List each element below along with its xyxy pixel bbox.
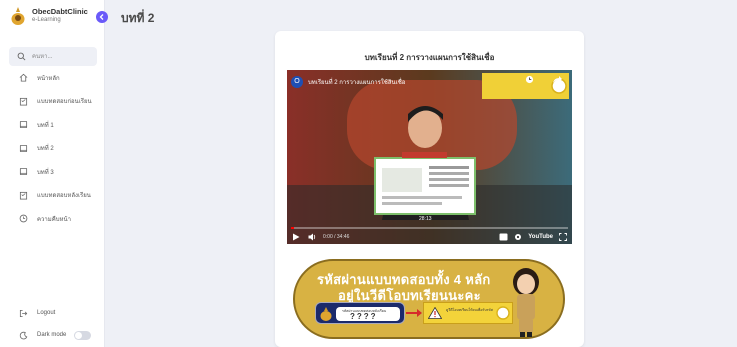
- play-icon[interactable]: [292, 233, 300, 241]
- video-player[interactable]: O บทเรียนที่ 2 การวางแผนการใช้สินเชื่อ 2…: [287, 70, 572, 244]
- sidebar-collapse-button[interactable]: [96, 11, 108, 23]
- sidebar-bottom: Logout Dark mode: [0, 302, 105, 346]
- app-subtitle: e-Learning: [32, 17, 61, 23]
- sidebar-item-lesson-1[interactable]: บทที่ 1: [0, 113, 105, 137]
- sidebar-item-pretest[interactable]: แบบทดสอบก่อนเรียน: [0, 90, 105, 114]
- logout-button[interactable]: Logout: [0, 302, 105, 324]
- sidebar-nav: หน้าหลัก แบบทดสอบก่อนเรียน บทที่ 1 บทที่…: [0, 66, 105, 231]
- dark-mode-row: Dark mode: [0, 324, 105, 346]
- toggle-knob: [75, 331, 83, 339]
- home-icon: [19, 74, 28, 82]
- search-icon: [17, 52, 26, 61]
- clock-icon: [19, 214, 28, 223]
- video-title[interactable]: บทเรียนที่ 2 การวางแผนการใช้สินเชื่อ: [308, 77, 405, 87]
- clipboard-icon: [19, 97, 28, 106]
- brand[interactable]: ObecDabtClinic e-Learning: [10, 6, 88, 26]
- dark-mode-toggle[interactable]: [74, 330, 92, 340]
- logo-icon: [320, 307, 332, 321]
- teacher-illustration: [513, 268, 539, 337]
- watch-later-icon[interactable]: [525, 75, 534, 84]
- warning-box: ดูวีดีโอบทเรียนให้จบเพื่อรับรหัส: [423, 302, 513, 324]
- password-banner: รหัสผ่านแบบทดสอบทั้ง 4 หลัก อยู่ในวีดีโอ…: [293, 254, 570, 339]
- sidebar-item-label: บทที่ 3: [37, 169, 54, 176]
- video-title-row: O บทเรียนที่ 2 การวางแผนการใช้สินเชื่อ: [291, 76, 405, 88]
- password-box: รหัสผ่านแบบทดสอบหลังเรียน ????: [315, 302, 405, 324]
- fullscreen-icon[interactable]: [559, 232, 567, 241]
- share-icon[interactable]: [552, 75, 562, 84]
- password-value: ????: [350, 312, 378, 321]
- password-field: รหัสผ่านแบบทดสอบหลังเรียน ????: [336, 307, 400, 321]
- video-overlay-time: 28:13: [419, 216, 432, 222]
- app-name: ObecDabtClinic: [32, 7, 88, 16]
- logout-label: Logout: [37, 310, 56, 316]
- sidebar-item-home[interactable]: หน้าหลัก: [0, 66, 105, 90]
- lesson-card: บทเรียนที่ 2 การวางแผนการใช้สินเชื่อ O บ…: [275, 31, 584, 347]
- sidebar-item-label: บทที่ 1: [37, 122, 54, 129]
- page-title: บทที่ 2: [121, 11, 155, 25]
- video-controls: 0:00 / 34:46 YouTube: [287, 229, 572, 244]
- search-box[interactable]: [9, 47, 97, 66]
- sidebar-item-label: ความคืบหน้า: [37, 216, 71, 223]
- captions-icon[interactable]: [499, 233, 508, 241]
- settings-icon[interactable]: [514, 233, 522, 241]
- sidebar-item-progress[interactable]: ความคืบหน้า: [0, 207, 105, 231]
- warning-text: ดูวีดีโอบทเรียนให้จบเพื่อรับรหัส: [446, 308, 493, 312]
- logout-icon: [19, 309, 28, 317]
- chevron-left-icon: [99, 14, 104, 20]
- search-input[interactable]: [32, 53, 96, 60]
- channel-avatar[interactable]: O: [291, 76, 303, 88]
- book-icon: [19, 168, 28, 176]
- arrow-icon: [406, 309, 422, 317]
- book-icon: [19, 144, 28, 152]
- book-icon: [19, 121, 28, 129]
- sidebar-item-label: แบบทดสอบก่อนเรียน: [37, 99, 92, 106]
- youtube-logo[interactable]: YouTube: [528, 234, 553, 240]
- sidebar-item-label: บทที่ 2: [37, 146, 54, 153]
- sidebar-item-label: แบบทดสอบหลังเรียน: [37, 193, 91, 200]
- sidebar-item-posttest[interactable]: แบบทดสอบหลังเรียน: [0, 184, 105, 208]
- warning-icon: [428, 307, 442, 319]
- dark-mode-label: Dark mode: [37, 332, 67, 338]
- video-time: 0:00 / 34:46: [323, 233, 350, 240]
- sidebar-item-label: หน้าหลัก: [37, 75, 60, 82]
- clipboard-icon: [19, 191, 28, 200]
- logo-icon: [10, 6, 26, 26]
- lesson-title: บทเรียนที่ 2 การวางแผนการใช้สินเชื่อ: [364, 53, 495, 62]
- sidebar: ObecDabtClinic e-Learning หน้าหลัก แบบทด…: [0, 0, 105, 347]
- moon-icon: [19, 331, 28, 339]
- sidebar-item-lesson-3[interactable]: บทที่ 3: [0, 160, 105, 184]
- volume-icon[interactable]: [308, 233, 317, 241]
- sidebar-item-lesson-2[interactable]: บทที่ 2: [0, 137, 105, 161]
